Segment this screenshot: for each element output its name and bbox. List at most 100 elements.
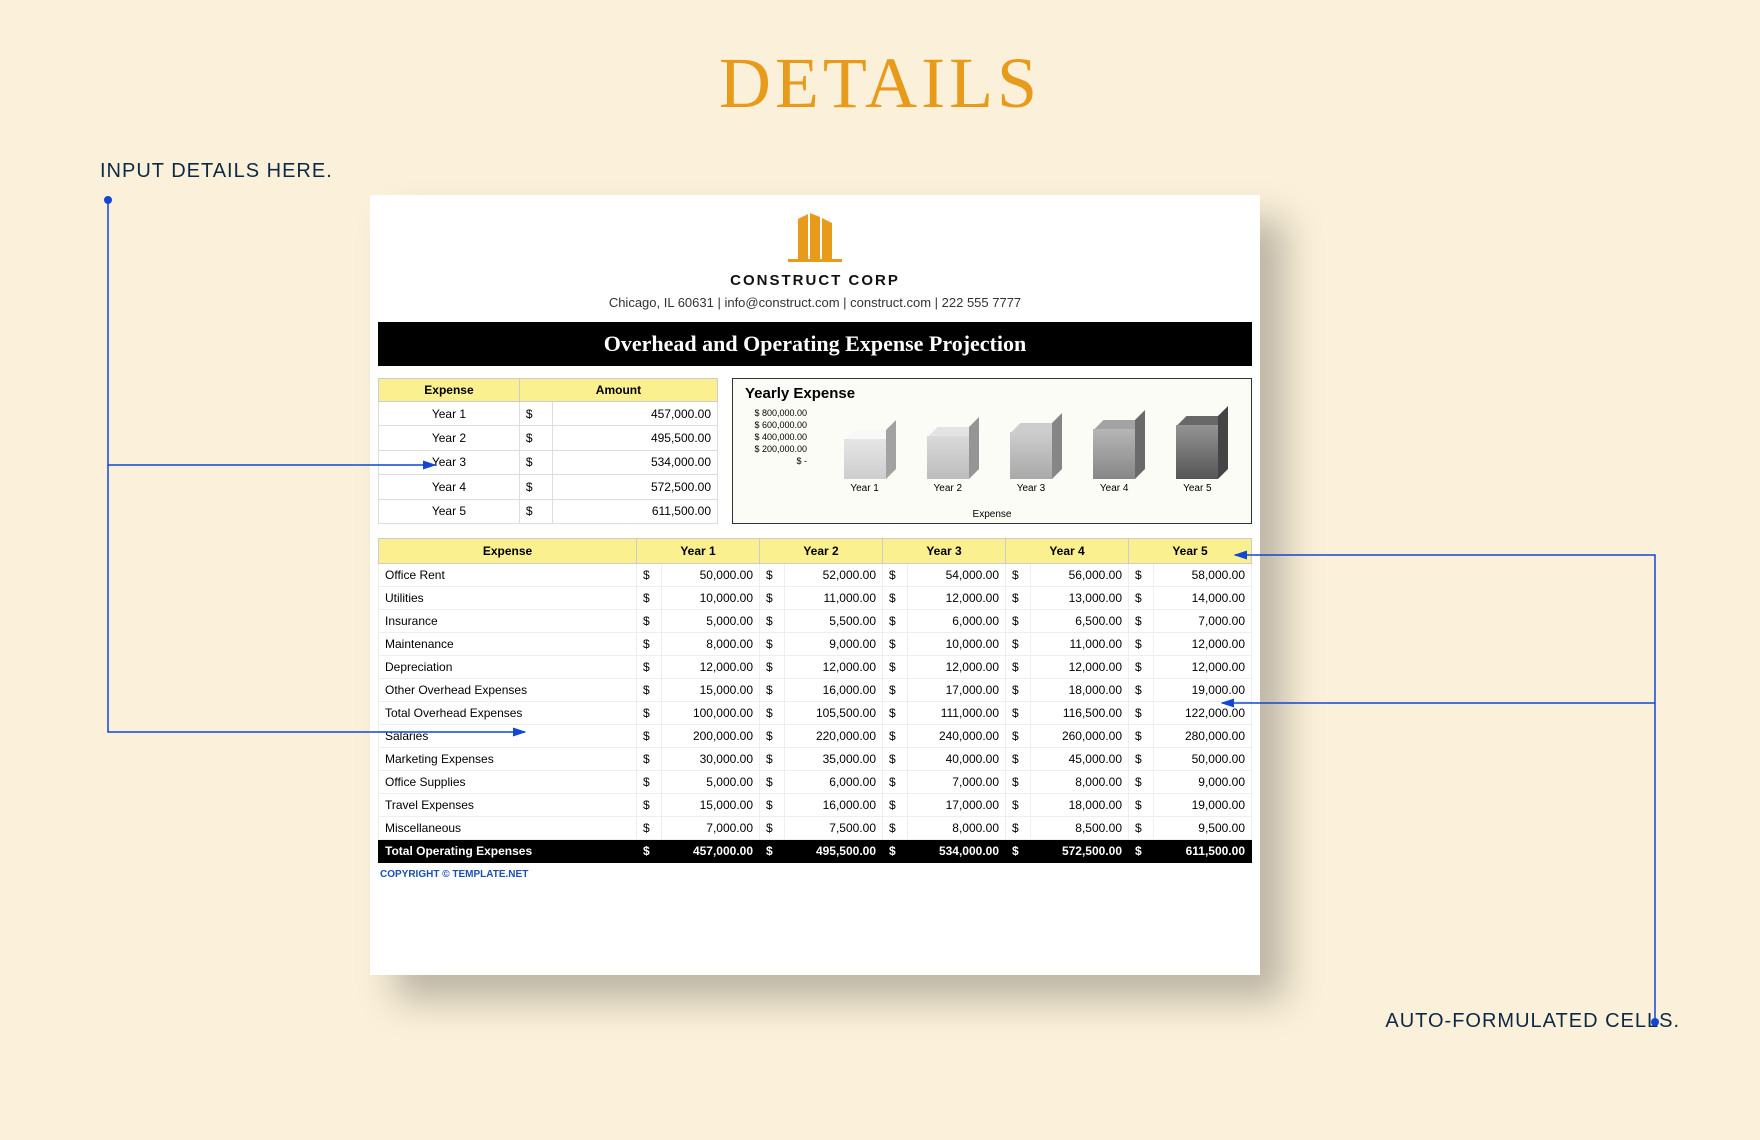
currency-symbol: $ [637, 725, 662, 748]
yearly-amount: 457,000.00 [552, 402, 717, 426]
expense-value: 54,000.00 [908, 564, 1006, 587]
currency-symbol: $ [1006, 817, 1031, 840]
currency-symbol: $ [1129, 587, 1154, 610]
currency-symbol: $ [760, 564, 785, 587]
currency-symbol: $ [1006, 633, 1031, 656]
expense-value: 19,000.00 [1154, 794, 1252, 817]
expense-name: Utilities [379, 587, 637, 610]
detail-row[interactable]: Marketing Expenses$30,000.00$35,000.00$4… [379, 748, 1252, 771]
detail-row[interactable]: Insurance$5,000.00$5,500.00$6,000.00$6,5… [379, 610, 1252, 633]
chart-x-labels: Year 1Year 2Year 3Year 4Year 5 [823, 483, 1239, 494]
detail-header: Year 2 [760, 539, 883, 564]
currency-symbol: $ [1129, 748, 1154, 771]
expense-value: 5,500.00 [785, 610, 883, 633]
expense-value: 15,000.00 [662, 679, 760, 702]
expense-value: 6,500.00 [1031, 610, 1129, 633]
expense-value: 52,000.00 [785, 564, 883, 587]
expense-name: Maintenance [379, 633, 637, 656]
expense-value: 50,000.00 [662, 564, 760, 587]
expense-value: 12,000.00 [785, 656, 883, 679]
currency-symbol: $ [883, 587, 908, 610]
expense-value: 572,500.00 [1031, 840, 1129, 863]
expense-value: 10,000.00 [908, 633, 1006, 656]
detail-header: Year 3 [883, 539, 1006, 564]
currency-symbol: $ [883, 794, 908, 817]
currency-symbol: $ [1006, 610, 1031, 633]
expense-name: Marketing Expenses [379, 748, 637, 771]
detail-row[interactable]: Other Overhead Expenses$15,000.00$16,000… [379, 679, 1252, 702]
currency-symbol: $ [1006, 748, 1031, 771]
currency-symbol: $ [637, 587, 662, 610]
detail-row[interactable]: Depreciation$12,000.00$12,000.00$12,000.… [379, 656, 1252, 679]
company-name: CONSTRUCT CORP [370, 272, 1260, 289]
currency-symbol: $ [637, 794, 662, 817]
expense-value: 200,000.00 [662, 725, 760, 748]
currency-symbol: $ [760, 794, 785, 817]
expense-value: 9,000.00 [785, 633, 883, 656]
detail-total-row: Total Operating Expenses$457,000.00$495,… [379, 840, 1252, 863]
yearly-row[interactable]: Year 5$611,500.00 [379, 499, 718, 523]
currency-symbol: $ [760, 771, 785, 794]
expense-name: Miscellaneous [379, 817, 637, 840]
yearly-amount: 611,500.00 [552, 499, 717, 523]
currency-symbol: $ [760, 587, 785, 610]
detail-row[interactable]: Salaries$200,000.00$220,000.00$240,000.0… [379, 725, 1252, 748]
currency-symbol: $ [883, 840, 908, 863]
detail-row[interactable]: Total Overhead Expenses$100,000.00$105,5… [379, 702, 1252, 725]
currency-symbol: $ [883, 702, 908, 725]
chart-bar [844, 439, 886, 479]
detail-row[interactable]: Office Rent$50,000.00$52,000.00$54,000.0… [379, 564, 1252, 587]
currency-symbol: $ [1006, 679, 1031, 702]
yearly-row[interactable]: Year 1$457,000.00 [379, 402, 718, 426]
expense-value: 260,000.00 [1031, 725, 1129, 748]
yearly-row[interactable]: Year 3$534,000.00 [379, 450, 718, 474]
currency-symbol: $ [760, 633, 785, 656]
chart-bar [927, 436, 969, 479]
expense-name: Salaries [379, 725, 637, 748]
expense-value: 9,000.00 [1154, 771, 1252, 794]
expense-value: 5,000.00 [662, 771, 760, 794]
expense-value: 5,000.00 [662, 610, 760, 633]
yearly-amount: 495,500.00 [552, 426, 717, 450]
currency-symbol: $ [519, 475, 552, 499]
detail-row[interactable]: Miscellaneous$7,000.00$7,500.00$8,000.00… [379, 817, 1252, 840]
expense-value: 7,000.00 [662, 817, 760, 840]
chart-subtitle: Expense [733, 509, 1251, 520]
expense-value: 534,000.00 [908, 840, 1006, 863]
currency-symbol: $ [1129, 771, 1154, 794]
expense-value: 105,500.00 [785, 702, 883, 725]
expense-value: 7,500.00 [785, 817, 883, 840]
currency-symbol: $ [760, 679, 785, 702]
currency-symbol: $ [1006, 702, 1031, 725]
expense-value: 12,000.00 [1031, 656, 1129, 679]
expense-value: 111,000.00 [908, 702, 1006, 725]
yearly-amount: 534,000.00 [552, 450, 717, 474]
currency-symbol: $ [760, 748, 785, 771]
yearly-label: Year 4 [379, 475, 520, 499]
currency-symbol: $ [1006, 771, 1031, 794]
currency-symbol: $ [519, 402, 552, 426]
expense-value: 18,000.00 [1031, 794, 1129, 817]
yearly-row[interactable]: Year 2$495,500.00 [379, 426, 718, 450]
currency-symbol: $ [760, 702, 785, 725]
currency-symbol: $ [1006, 794, 1031, 817]
currency-symbol: $ [637, 771, 662, 794]
expense-value: 15,000.00 [662, 794, 760, 817]
expense-value: 12,000.00 [908, 656, 1006, 679]
expense-value: 12,000.00 [1154, 656, 1252, 679]
expense-value: 45,000.00 [1031, 748, 1129, 771]
company-contact-line: Chicago, IL 60631 | info@construct.com |… [370, 295, 1260, 310]
expense-value: 7,000.00 [1154, 610, 1252, 633]
detail-row[interactable]: Travel Expenses$15,000.00$16,000.00$17,0… [379, 794, 1252, 817]
currency-symbol: $ [883, 610, 908, 633]
detail-row[interactable]: Office Supplies$5,000.00$6,000.00$7,000.… [379, 771, 1252, 794]
currency-symbol: $ [637, 748, 662, 771]
currency-symbol: $ [519, 450, 552, 474]
expense-value: 50,000.00 [1154, 748, 1252, 771]
detail-row[interactable]: Maintenance$8,000.00$9,000.00$10,000.00$… [379, 633, 1252, 656]
expense-value: 17,000.00 [908, 679, 1006, 702]
yearly-row[interactable]: Year 4$572,500.00 [379, 475, 718, 499]
detail-row[interactable]: Utilities$10,000.00$11,000.00$12,000.00$… [379, 587, 1252, 610]
currency-symbol: $ [883, 656, 908, 679]
yearly-expense-chart: Yearly Expense $ 800,000.00$ 600,000.00$… [732, 378, 1252, 524]
